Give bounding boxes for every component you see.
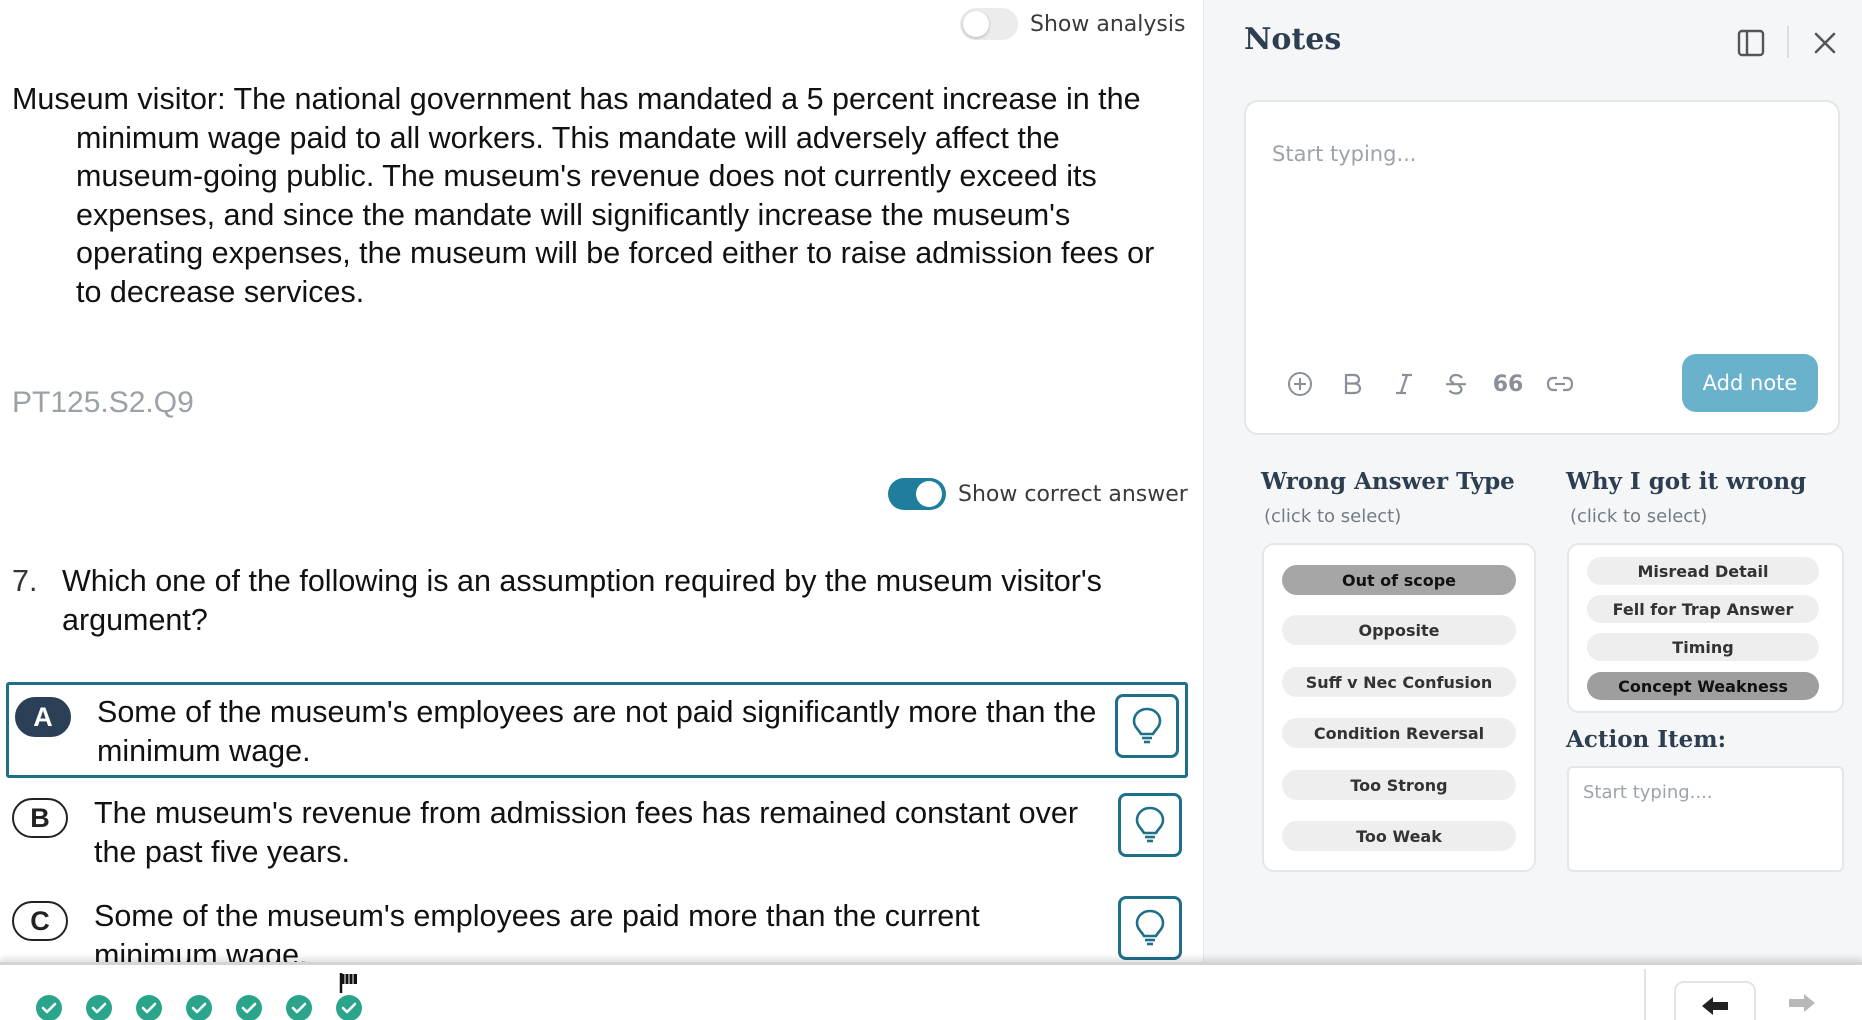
why-timing[interactable]: Timing	[1587, 633, 1819, 661]
question-text: Which one of the following is an assumpt…	[62, 564, 1102, 637]
choice-text-c: Some of the museum's employees are paid …	[94, 899, 980, 962]
close-icon[interactable]	[1812, 30, 1838, 61]
answer-choice-a[interactable]: A Some of the museum's employees are not…	[6, 682, 1188, 778]
why-wrong-list: Misread Detail Fell for Trap Answer Timi…	[1567, 543, 1844, 713]
question-progress	[36, 995, 362, 1020]
why-wrong-title: Why I got it wrong	[1566, 468, 1807, 495]
wrong-type-opposite[interactable]: Opposite	[1282, 615, 1516, 645]
choice-text-a: Some of the museum's employees are not p…	[97, 695, 1097, 768]
progress-dot-7[interactable]	[336, 995, 362, 1020]
bold-icon[interactable]	[1336, 368, 1368, 400]
question-number: 7.	[12, 564, 38, 598]
next-button[interactable]	[1780, 981, 1824, 1020]
flag-icon	[339, 973, 357, 993]
hint-button-c[interactable]	[1118, 896, 1182, 960]
lightbulb-icon	[1135, 806, 1165, 843]
quote-icon[interactable]: 66	[1492, 368, 1524, 400]
show-analysis-switch[interactable]	[960, 8, 1018, 40]
wrong-answer-type-title: Wrong Answer Type	[1261, 468, 1515, 495]
question-panel: Show analysis Museum visitor: The nation…	[0, 0, 1203, 962]
stimulus-text: Museum visitor: The national government …	[12, 82, 1155, 309]
check-icon	[291, 1002, 307, 1014]
navigation-bar	[0, 962, 1862, 1020]
answer-choice-b[interactable]: B The museum's revenue from admission fe…	[4, 793, 1190, 871]
check-icon	[241, 1002, 257, 1014]
why-fell-for-trap[interactable]: Fell for Trap Answer	[1587, 595, 1819, 623]
why-wrong-subtitle: (click to select)	[1570, 506, 1708, 527]
choice-letter-c: C	[12, 901, 68, 941]
action-item-input[interactable]: Start typing....	[1567, 766, 1844, 872]
question-id: PT125.S2.Q9	[12, 386, 194, 419]
italic-icon[interactable]	[1388, 368, 1420, 400]
wrong-type-too-weak[interactable]: Too Weak	[1282, 821, 1516, 851]
progress-dot-6[interactable]	[286, 995, 312, 1020]
show-correct-answer-toggle[interactable]: Show correct answer	[888, 478, 1188, 510]
arrow-right-icon	[1789, 994, 1815, 1012]
notes-editor[interactable]: Start typing... 66 Add note	[1244, 100, 1840, 435]
choice-text-b: The museum's revenue from admission fees…	[94, 796, 1078, 869]
progress-dot-4[interactable]	[186, 995, 212, 1020]
lightbulb-icon	[1135, 909, 1165, 946]
arrow-left-icon	[1702, 997, 1728, 1015]
wrong-type-too-strong[interactable]: Too Strong	[1282, 770, 1516, 800]
show-correct-answer-switch[interactable]	[888, 478, 946, 510]
check-icon	[91, 1002, 107, 1014]
add-note-button[interactable]: Add note	[1682, 354, 1818, 412]
hint-button-a[interactable]	[1115, 694, 1179, 758]
action-item-placeholder[interactable]: Start typing....	[1583, 782, 1713, 803]
check-icon	[41, 1002, 57, 1014]
choice-letter-b: B	[12, 798, 68, 838]
check-icon	[141, 1002, 157, 1014]
notes-title: Notes	[1244, 22, 1342, 57]
format-toolbar: 66	[1284, 368, 1576, 400]
wrong-answer-type-list: Out of scope Opposite Suff v Nec Confusi…	[1262, 543, 1536, 872]
show-analysis-toggle[interactable]: Show analysis	[960, 8, 1185, 40]
wrong-answer-type-subtitle: (click to select)	[1264, 506, 1402, 527]
insert-plus-icon[interactable]	[1284, 368, 1316, 400]
question-stem: 7. Which one of the following is an assu…	[12, 562, 1162, 639]
wrong-type-condition-reversal[interactable]: Condition Reversal	[1282, 718, 1516, 748]
nav-divider	[1644, 969, 1646, 1020]
notes-placeholder[interactable]: Start typing...	[1272, 142, 1416, 166]
wrong-type-out-of-scope[interactable]: Out of scope	[1282, 565, 1516, 595]
show-correct-answer-label: Show correct answer	[958, 481, 1188, 507]
lightbulb-icon	[1132, 707, 1162, 744]
answer-choice-c[interactable]: C Some of the museum's employees are pai…	[4, 896, 1190, 962]
check-icon	[341, 1002, 357, 1014]
progress-dot-1[interactable]	[36, 995, 62, 1020]
progress-dot-5[interactable]	[236, 995, 262, 1020]
notes-panel: Notes Start typing... 66 Add note Wrong …	[1203, 0, 1862, 962]
why-misread-detail[interactable]: Misread Detail	[1587, 557, 1819, 585]
why-concept-weakness[interactable]: Concept Weakness	[1587, 672, 1819, 700]
progress-dot-2[interactable]	[86, 995, 112, 1020]
check-icon	[191, 1002, 207, 1014]
header-divider	[1787, 26, 1789, 58]
strikethrough-icon[interactable]	[1440, 368, 1472, 400]
choice-letter-a: A	[15, 697, 71, 737]
action-item-title: Action Item:	[1566, 726, 1727, 753]
previous-button[interactable]	[1674, 981, 1756, 1020]
wrong-type-suff-v-nec[interactable]: Suff v Nec Confusion	[1282, 667, 1516, 697]
progress-dot-3[interactable]	[136, 995, 162, 1020]
hint-button-b[interactable]	[1118, 793, 1182, 857]
link-icon[interactable]	[1544, 368, 1576, 400]
show-analysis-label: Show analysis	[1030, 11, 1186, 37]
sidebar-toggle-icon[interactable]	[1736, 28, 1766, 63]
